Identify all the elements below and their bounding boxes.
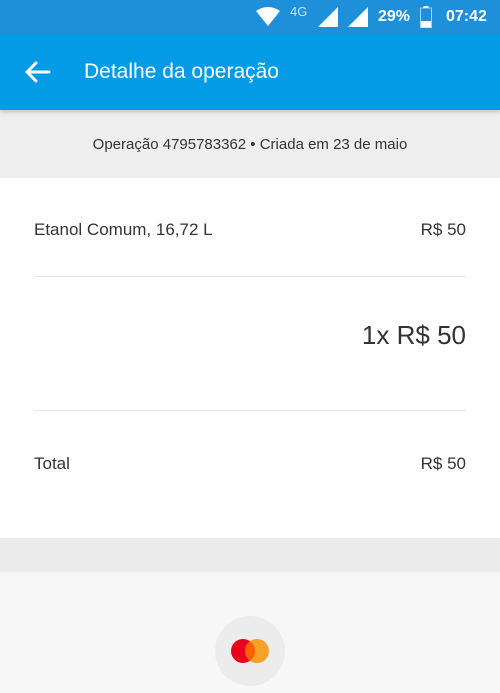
item-description: Etanol Comum, 16,72 L: [34, 220, 213, 239]
arrow-left-icon: [25, 61, 51, 83]
page-title: Detalhe da operação: [84, 60, 279, 83]
battery-percent: 29%: [378, 8, 411, 25]
app-bar: Detalhe da operação: [0, 34, 500, 110]
total-row: Total R$ 50: [34, 444, 466, 484]
item-row: Etanol Comum, 16,72 L R$ 50: [34, 210, 466, 250]
network-type-label: 4G: [290, 3, 308, 19]
total-amount: R$ 50: [420, 454, 466, 473]
signal-icon: [318, 0, 338, 34]
status-bar: 4G 29% 07:42: [0, 0, 500, 34]
signal-icon: [348, 0, 368, 34]
installments-text: 1x R$ 50: [361, 320, 466, 350]
operation-detail-card: Etanol Comum, 16,72 L R$ 50 1x R$ 50 Tot…: [0, 178, 500, 538]
divider: [34, 276, 466, 277]
item-amount: R$ 50: [420, 220, 466, 239]
payment-method-badge: [215, 616, 285, 686]
payment-method-section: [0, 572, 500, 693]
total-label: Total: [34, 454, 70, 473]
divider: [34, 410, 466, 411]
operation-summary: Operação 4795783362 • Criada em 23 de ma…: [0, 110, 500, 178]
battery-icon: [420, 0, 432, 34]
section-gap: [0, 538, 500, 572]
wifi-icon: [256, 0, 280, 34]
mastercard-icon: [231, 639, 269, 663]
back-button[interactable]: [18, 52, 58, 92]
clock: 07:42: [446, 8, 487, 25]
